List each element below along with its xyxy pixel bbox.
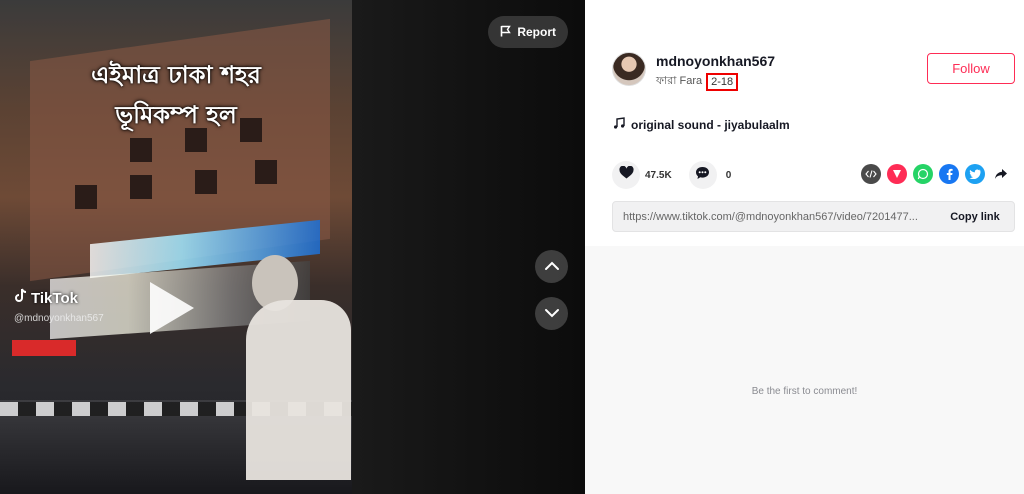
whatsapp-icon[interactable]	[913, 164, 933, 184]
video-area[interactable]: এইমাত্র ঢাকা শহর ভূমিকম্প হল TikTok @mdn…	[0, 0, 585, 494]
like-button[interactable]	[612, 161, 640, 189]
tiktok-watermark: TikTok	[14, 288, 78, 308]
sound-label: original sound - jiyabulaalm	[631, 117, 790, 132]
share-options	[861, 164, 1011, 184]
chevron-down-icon	[544, 305, 560, 323]
heart-icon	[618, 165, 634, 184]
report-button[interactable]: Report	[488, 16, 568, 48]
comment-icon	[695, 166, 710, 185]
video-link-field[interactable]: https://www.tiktok.com/@mdnoyonkhan567/v…	[613, 211, 936, 223]
video-info-section: mdnoyonkhan567 ফারা Fara 2-18 Follow ori…	[585, 0, 1024, 246]
embed-icon[interactable]	[861, 164, 881, 184]
author-subline: ফারা Fara 2-18	[656, 72, 739, 91]
caption-line-2: ভূমিকম্প হল	[115, 101, 237, 129]
next-video-button[interactable]	[535, 297, 568, 330]
empty-comments-message: Be the first to comment!	[751, 386, 858, 397]
flag-icon	[500, 25, 512, 40]
author-avatar[interactable]	[612, 52, 646, 86]
copy-link-button[interactable]: Copy link	[936, 211, 1014, 223]
sound-link[interactable]: original sound - jiyabulaalm	[613, 117, 790, 132]
tiktok-video-page: এইমাত্র ঢাকা শহর ভূমিকম্প হল TikTok @mdn…	[0, 0, 1024, 494]
twitter-icon[interactable]	[965, 164, 985, 184]
comments-section: Be the first to comment!	[585, 246, 1024, 494]
like-count: 47.5K	[645, 169, 672, 181]
author-display-name: ফারা Fara	[656, 75, 703, 87]
post-date: 2-18	[706, 72, 739, 91]
music-note-icon	[613, 117, 625, 132]
video-player[interactable]: এইমাত্র ঢাকা শহর ভূমিকম্প হল TikTok @mdn…	[0, 0, 352, 494]
details-panel: mdnoyonkhan567 ফারা Fara 2-18 Follow ori…	[585, 0, 1024, 494]
report-label: Report	[517, 25, 556, 39]
tiktok-logo-icon	[14, 288, 28, 308]
comment-button[interactable]	[688, 161, 717, 189]
send-to-friends-icon[interactable]	[887, 164, 907, 184]
video-caption-overlay: এইমাত্র ঢাকা শহর ভূমিকম্প হল	[0, 55, 352, 135]
watermark-handle: @mdnoyonkhan567	[14, 313, 104, 324]
caption-line-1: এইমাত্র ঢাকা শহর	[91, 61, 261, 89]
play-icon[interactable]	[150, 282, 194, 334]
follow-button[interactable]: Follow	[927, 53, 1015, 84]
facebook-icon[interactable]	[939, 164, 959, 184]
previous-video-button[interactable]	[535, 250, 568, 283]
share-arrow-icon[interactable]	[991, 164, 1011, 184]
watermark-brand: TikTok	[31, 289, 78, 307]
engagement-actions: 47.5K 0	[612, 161, 731, 189]
chevron-up-icon	[544, 258, 560, 276]
author-username[interactable]: mdnoyonkhan567	[656, 53, 775, 69]
comment-count: 0	[725, 169, 732, 181]
copy-link-bar: https://www.tiktok.com/@mdnoyonkhan567/v…	[612, 201, 1015, 232]
